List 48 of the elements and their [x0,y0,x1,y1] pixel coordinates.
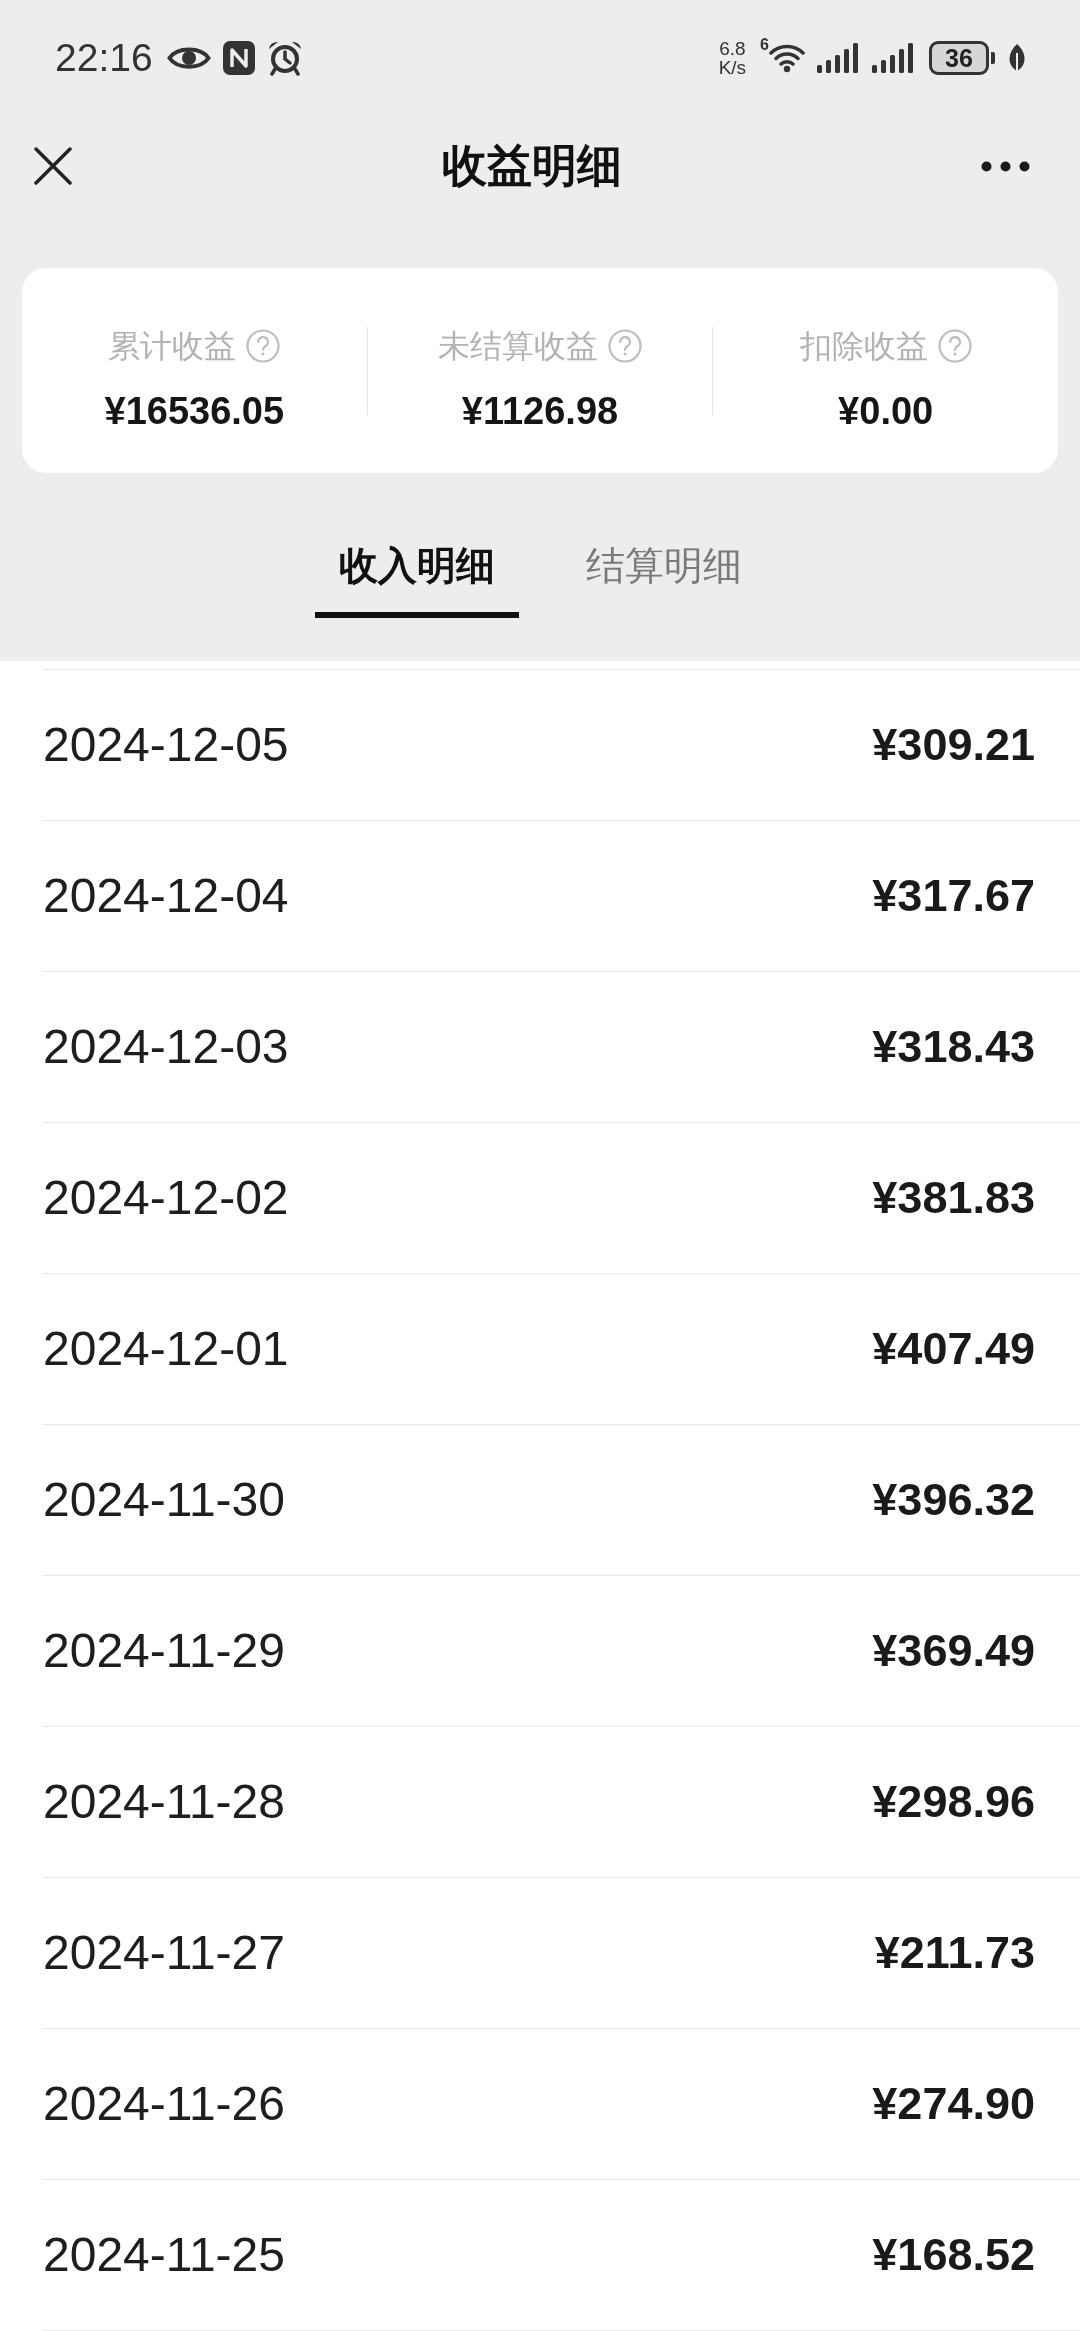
date-text: 2024-12-04 [43,869,289,923]
amount-text: ¥381.83 [872,1171,1035,1225]
status-time: 22:16 [55,36,153,80]
wifi-standard-label: 6 [760,37,769,53]
date-text: 2024-12-01 [43,1322,289,1376]
date-text: 2024-11-26 [43,2077,285,2131]
more-icon [981,160,1030,172]
more-button[interactable] [981,160,1030,172]
page-title: 收益明细 [442,140,622,193]
help-icon[interactable] [937,329,972,364]
amount-text: ¥211.73 [874,1926,1035,1980]
close-button[interactable] [34,147,72,186]
amount-text: ¥309.21 [872,718,1035,772]
tab[interactable]: 收入明细 [314,546,519,618]
amount-text: ¥407.49 [872,1322,1035,1376]
amount-text: ¥317.67 [872,869,1035,923]
help-icon[interactable] [608,329,642,364]
amount-text: ¥318.43 [872,1020,1035,1074]
summary-value: ¥1126.98 [461,391,619,432]
date-text: 2024-11-28 [43,1775,285,1829]
summary-label: 未结算收益 [438,330,598,363]
amount-text: ¥298.96 [872,1775,1035,1829]
amount-text: ¥168.52 [872,2228,1035,2282]
nfc-icon [222,41,255,75]
alarm-clock-icon [266,40,303,76]
date-text: 2024-11-30 [43,1473,285,1527]
leaf-icon [1007,43,1026,73]
date-text: 2024-12-02 [43,1171,289,1225]
network-speed: 6.8 K/s [718,39,747,77]
close-icon [34,147,72,186]
date-text: 2024-11-25 [43,2228,285,2282]
wifi-icon [769,43,805,73]
signal-icon [817,43,860,73]
date-text: 2024-11-27 [43,1926,285,1980]
summary-label: 扣除收益 [799,330,928,363]
help-icon[interactable] [246,329,281,364]
date-text: 2024-12-05 [43,718,289,772]
amount-text: ¥396.32 [872,1473,1035,1527]
tab[interactable]: 结算明细 [561,546,766,618]
date-text: 2024-11-29 [43,1624,285,1678]
summary-value: ¥0.00 [838,391,934,432]
battery-indicator: 36 [929,41,995,75]
amount-text: ¥369.49 [872,1624,1035,1678]
signal-icon [872,43,915,73]
date-text: 2024-12-03 [43,1020,289,1074]
summary-label: 累计收益 [108,330,237,363]
amount-text: ¥274.90 [872,2077,1035,2131]
summary-value: ¥16536.05 [104,391,285,432]
